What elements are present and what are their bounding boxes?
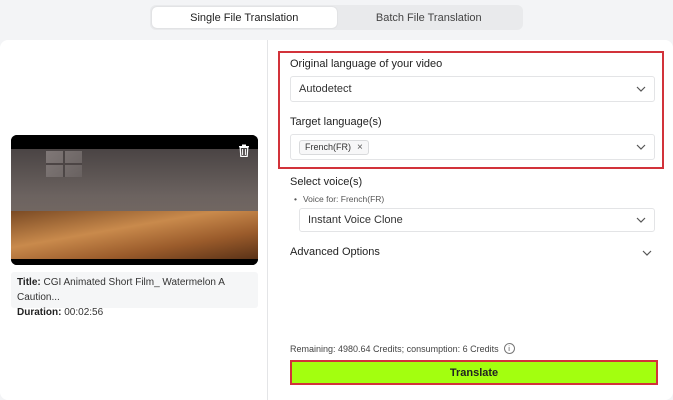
translate-button[interactable]: Translate [290, 360, 658, 385]
remove-chip-icon[interactable]: × [357, 142, 363, 153]
video-title-row: Title: CGI Animated Short Film_ Watermel… [17, 275, 252, 305]
voice-for-label: Voice for: French(FR) [294, 194, 384, 204]
tab-single-file-translation[interactable]: Single File Translation [152, 7, 337, 28]
video-metadata: Title: CGI Animated Short Film_ Watermel… [11, 272, 258, 318]
video-duration: 00:02:56 [64, 307, 104, 318]
chevron-down-icon [642, 250, 652, 256]
video-panel: Title: CGI Animated Short Film_ Watermel… [0, 40, 268, 400]
video-frame-floor [11, 211, 258, 259]
settings-panel: Original language of your video Autodete… [278, 40, 673, 400]
video-title: CGI Animated Short Film_ Watermelon A Ca… [17, 277, 225, 303]
target-language-chip-label: French(FR) [305, 142, 352, 152]
trash-icon[interactable] [238, 144, 250, 157]
chevron-down-icon [636, 217, 646, 223]
video-letterbox-top [11, 135, 258, 149]
video-duration-label: Duration: [17, 307, 62, 318]
voice-select[interactable]: Instant Voice Clone [299, 208, 655, 232]
chevron-down-icon [636, 86, 646, 92]
video-letterbox-bottom [11, 259, 258, 265]
tab-batch-file-translation[interactable]: Batch File Translation [337, 7, 522, 28]
original-language-select[interactable]: Autodetect [290, 76, 655, 102]
video-title-label: Title: [17, 277, 41, 288]
target-language-select[interactable]: French(FR) × [290, 134, 655, 160]
chevron-down-icon [636, 144, 646, 150]
video-frame-window [46, 151, 82, 177]
target-language-chip: French(FR) × [299, 139, 369, 155]
credits-remaining-text: Remaining: 4980.64 Credits; consumption:… [290, 343, 499, 354]
info-icon[interactable]: i [503, 343, 515, 354]
advanced-options-toggle[interactable]: Advanced Options [290, 246, 652, 260]
select-voice-label: Select voice(s) [290, 176, 363, 188]
advanced-options-label: Advanced Options [290, 246, 380, 258]
video-preview[interactable] [11, 135, 258, 265]
translation-card: Title: CGI Animated Short Film_ Watermel… [0, 40, 673, 400]
original-language-value: Autodetect [299, 83, 352, 95]
target-language-label: Target language(s) [290, 116, 382, 128]
voice-value: Instant Voice Clone [308, 214, 403, 226]
original-language-label: Original language of your video [290, 58, 443, 70]
video-duration-row: Duration: 00:02:56 [17, 305, 252, 320]
translation-mode-tabs: Single File Translation Batch File Trans… [150, 5, 523, 30]
credits-remaining: Remaining: 4980.64 Credits; consumption:… [290, 343, 515, 354]
